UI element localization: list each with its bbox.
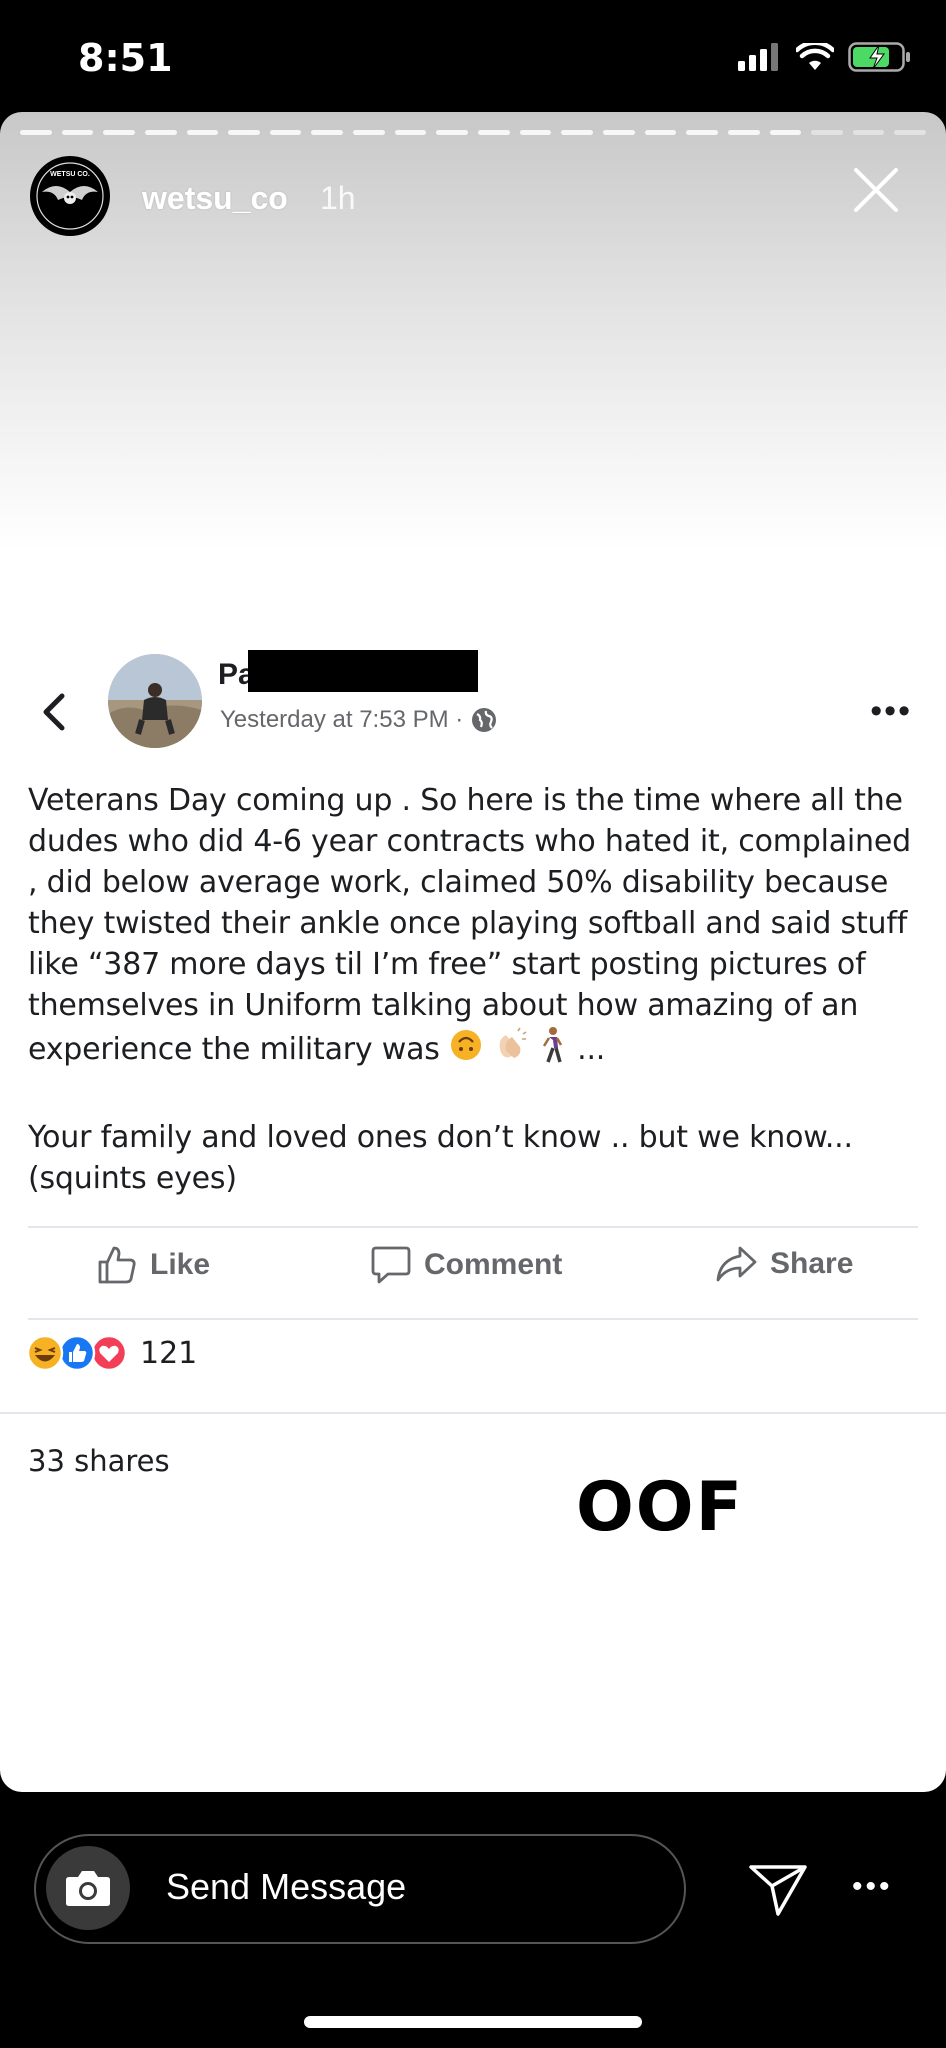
story-time-ago: 1h xyxy=(320,180,356,216)
person-walking-emoji-icon xyxy=(538,1026,568,1075)
send-message-input[interactable]: Send Message xyxy=(34,1834,686,1944)
reactions-summary[interactable]: 121 xyxy=(26,1334,197,1372)
reaction-count: 121 xyxy=(140,1335,198,1371)
post-divider-bottom xyxy=(28,1318,918,1320)
post-divider-top xyxy=(28,1226,918,1228)
story-progress-bar xyxy=(20,130,927,136)
like-button[interactable]: Like xyxy=(96,1244,210,1286)
story-reply-bar: Send Message ••• xyxy=(0,1792,946,2048)
post-author-avatar[interactable] xyxy=(108,654,202,748)
story-card[interactable]: WETSU CO. wetsu_co 1h Pa Yesterday at 7:… xyxy=(0,112,946,1792)
story-text-overlay: OOF xyxy=(576,1468,745,1547)
post-body: Veterans Day coming up . So here is the … xyxy=(28,780,918,1199)
status-time: 8:51 xyxy=(78,36,173,80)
status-icons xyxy=(738,42,912,72)
battery-charging-icon xyxy=(848,42,910,72)
post-more-options-icon[interactable]: ••• xyxy=(870,692,912,731)
post-meta: Yesterday at 7:53 PM · xyxy=(220,706,497,734)
status-bar: 8:51 xyxy=(0,0,946,112)
direct-send-icon[interactable] xyxy=(748,1862,808,1918)
cellular-signal-icon xyxy=(738,43,778,71)
camera-button[interactable] xyxy=(46,1846,130,1930)
svg-text:WETSU CO.: WETSU CO. xyxy=(50,171,90,178)
more-options-icon[interactable]: ••• xyxy=(852,1870,893,1904)
home-indicator xyxy=(304,2016,642,2028)
share-arrow-icon xyxy=(716,1246,757,1282)
globe-icon xyxy=(472,708,497,732)
upside-down-face-emoji-icon xyxy=(449,1028,483,1073)
story-avatar[interactable]: WETSU CO. xyxy=(30,156,110,236)
redaction-bar xyxy=(248,650,478,692)
like-thumb-icon xyxy=(98,1246,136,1284)
haha-reaction-icon xyxy=(26,1334,64,1372)
back-chevron-icon[interactable] xyxy=(38,692,70,732)
share-button[interactable]: Share xyxy=(714,1244,853,1284)
wetsu-logo-icon: WETSU CO. xyxy=(31,157,109,235)
shares-count[interactable]: 33 shares xyxy=(28,1444,170,1478)
comment-bubble-icon xyxy=(371,1246,411,1284)
post-actions: Like Comment Share xyxy=(0,1230,946,1310)
close-icon[interactable] xyxy=(846,160,906,220)
story-username[interactable]: wetsu_co xyxy=(142,180,288,217)
comment-button[interactable]: Comment xyxy=(370,1244,562,1286)
story-header: WETSU CO. wetsu_co 1h xyxy=(30,156,930,240)
wifi-icon xyxy=(796,43,834,70)
camera-icon xyxy=(66,1871,110,1906)
post-paragraph-2: Your family and loved ones don’t know ..… xyxy=(28,1120,853,1196)
clapping-hands-emoji-icon xyxy=(492,1027,528,1074)
post-divider-full xyxy=(0,1412,946,1414)
post-timestamp: Yesterday at 7:53 PM · xyxy=(220,706,464,733)
send-message-placeholder: Send Message xyxy=(166,1866,407,1907)
post-paragraph-1: Veterans Day coming up . So here is the … xyxy=(28,780,918,1075)
